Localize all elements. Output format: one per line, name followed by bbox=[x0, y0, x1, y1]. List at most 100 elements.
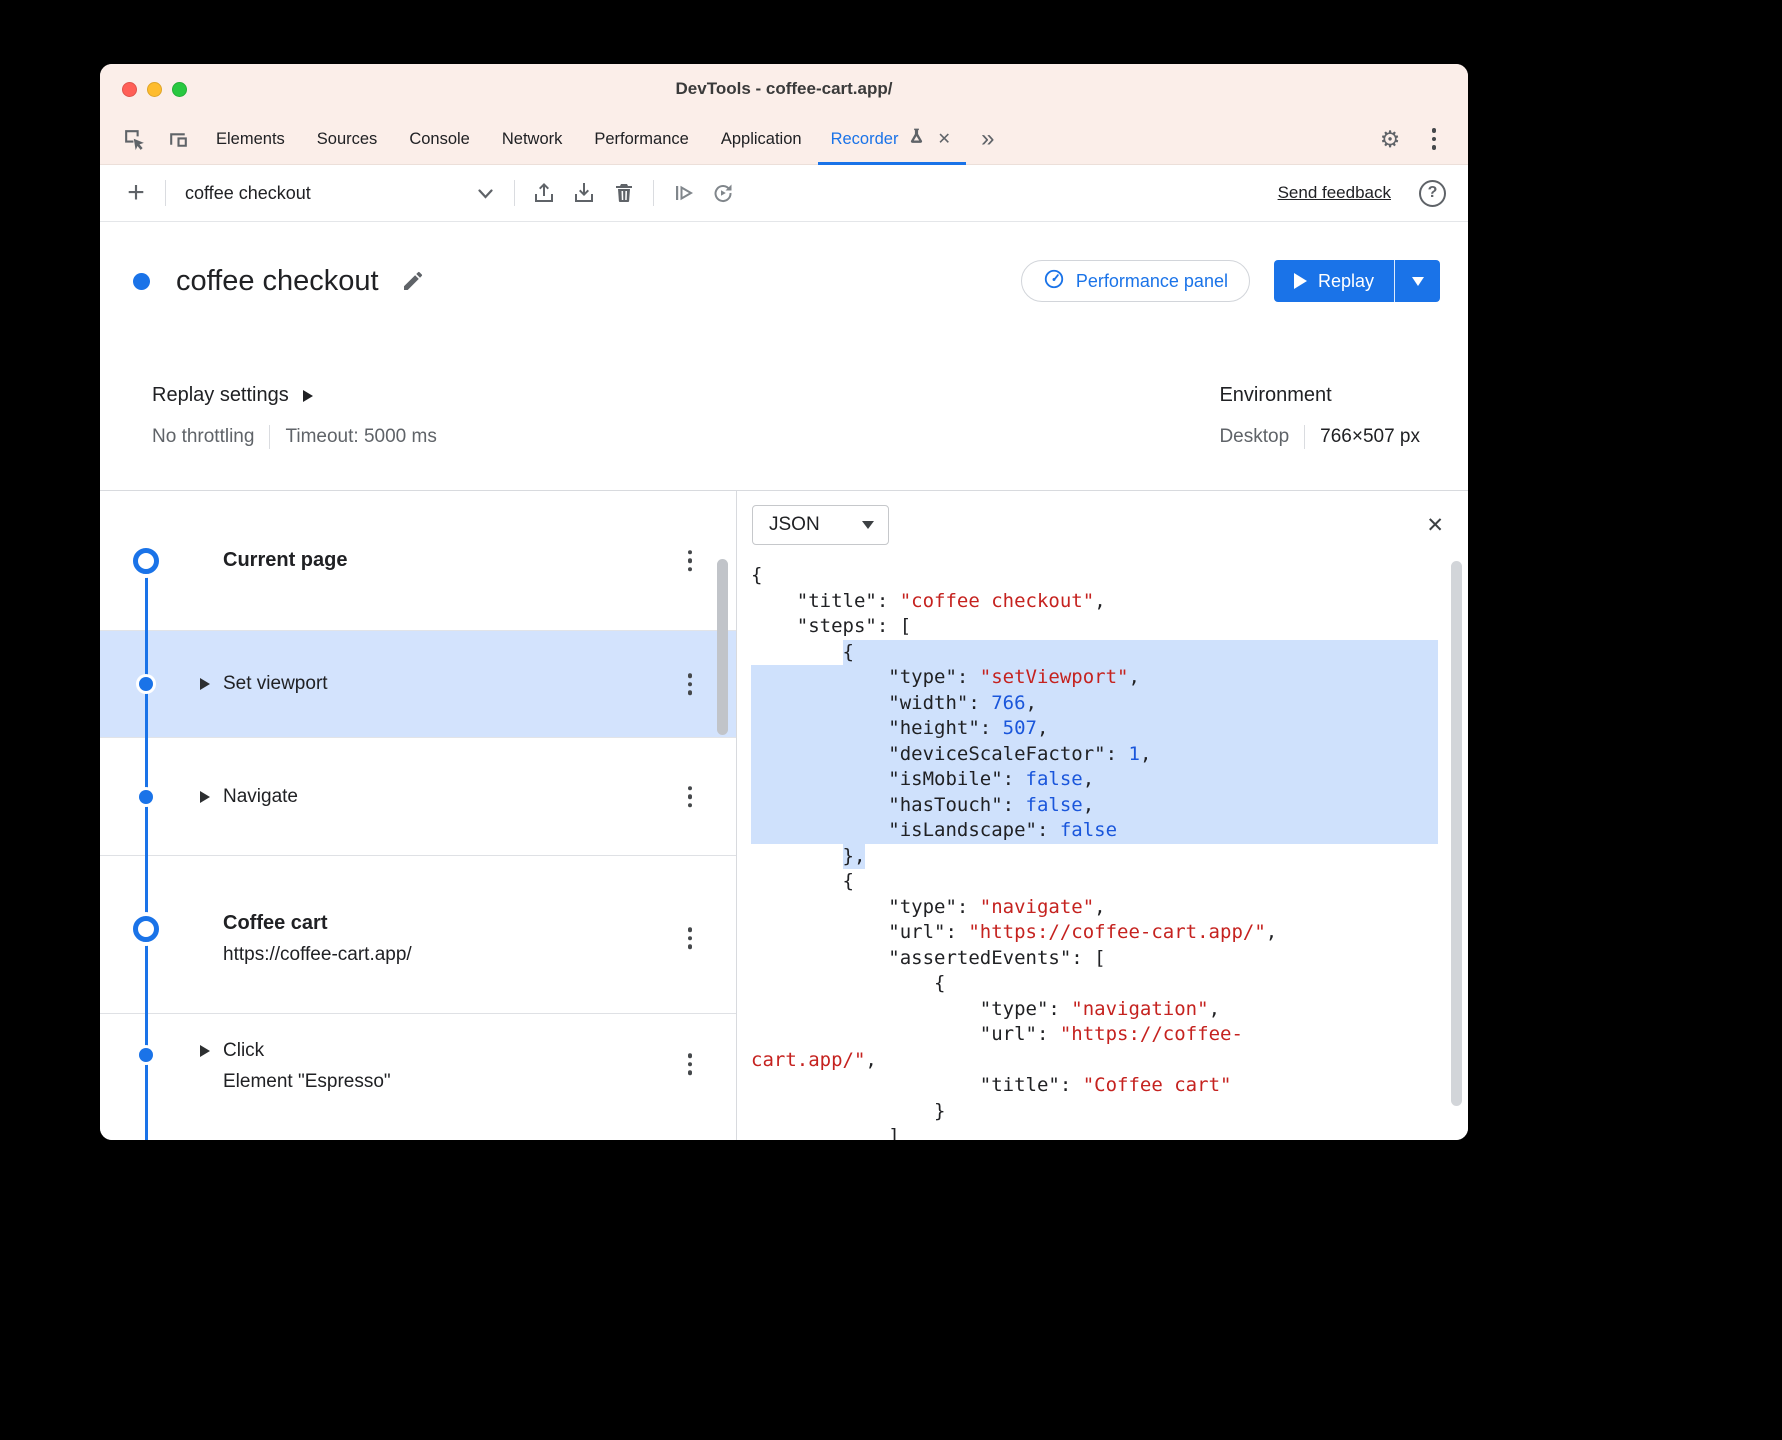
step-row-current-page[interactable]: Current page bbox=[100, 491, 736, 631]
close-panel-icon[interactable]: ✕ bbox=[1426, 513, 1444, 538]
step-marker-icon bbox=[139, 677, 153, 691]
step-row-click[interactable]: Click Element "Espresso" bbox=[100, 1014, 736, 1140]
tab-sources[interactable]: Sources bbox=[301, 114, 394, 164]
replay-settings-box: Replay settings No throttling Timeout: 5… bbox=[152, 384, 437, 490]
tab-elements[interactable]: Elements bbox=[200, 114, 301, 164]
json-panel: JSON ✕ { "title": "coffee checkout", "st… bbox=[737, 491, 1468, 1140]
step-label: Click bbox=[223, 1040, 264, 1062]
performance-icon bbox=[1043, 268, 1065, 295]
step-row-navigate[interactable]: Navigate bbox=[100, 738, 736, 856]
send-feedback-link[interactable]: Send feedback bbox=[1278, 183, 1391, 203]
maximize-window-button[interactable] bbox=[172, 82, 187, 97]
format-select[interactable]: JSON bbox=[752, 505, 889, 545]
step-menu-icon[interactable] bbox=[688, 927, 693, 949]
play-icon bbox=[1294, 273, 1307, 289]
replay-split-button: Replay bbox=[1274, 260, 1440, 302]
traffic-lights bbox=[122, 64, 187, 114]
json-code[interactable]: { "title": "coffee checkout", "steps": [… bbox=[737, 559, 1468, 1140]
page-marker-icon bbox=[133, 916, 159, 942]
throttling-value: No throttling bbox=[152, 426, 254, 448]
replay-label: Replay bbox=[1318, 271, 1374, 292]
replay-step-icon[interactable] bbox=[663, 173, 703, 213]
device-value: Desktop bbox=[1219, 426, 1289, 448]
experiment-icon bbox=[907, 126, 926, 152]
tab-network[interactable]: Network bbox=[486, 114, 579, 164]
step-menu-icon[interactable] bbox=[688, 550, 693, 572]
viewport-size-value: 766×507 px bbox=[1320, 426, 1420, 448]
import-recording-icon[interactable] bbox=[564, 173, 604, 213]
timeout-value: Timeout: 5000 ms bbox=[285, 426, 436, 448]
tab-recorder-label: Recorder bbox=[831, 130, 899, 149]
minimize-window-button[interactable] bbox=[147, 82, 162, 97]
expand-step-icon[interactable] bbox=[200, 1045, 210, 1057]
format-select-value: JSON bbox=[769, 514, 820, 536]
section-gap bbox=[100, 856, 736, 880]
step-title: Coffee cart bbox=[223, 912, 412, 935]
code-scrollbar[interactable] bbox=[1451, 561, 1462, 1106]
performance-panel-button[interactable]: Performance panel bbox=[1021, 260, 1250, 302]
step-subtitle: Element "Espresso" bbox=[223, 1071, 391, 1093]
step-menu-icon[interactable] bbox=[688, 786, 693, 808]
recorder-content: Current page Set viewport Navigate bbox=[100, 490, 1468, 1140]
close-recorder-tab-icon[interactable]: ✕ bbox=[935, 129, 952, 149]
replay-settings-toggle[interactable]: Replay settings bbox=[152, 384, 437, 407]
steps-scrollbar[interactable] bbox=[717, 559, 728, 735]
window-title: DevTools - coffee-cart.app/ bbox=[676, 79, 893, 99]
caret-down-icon bbox=[1412, 277, 1424, 286]
toolbar-separator bbox=[165, 180, 166, 206]
recorder-toolbar: + coffee checkout bbox=[100, 165, 1468, 222]
step-label: Navigate bbox=[223, 786, 298, 808]
devtools-tabbar: Elements Sources Console Network Perform… bbox=[100, 114, 1468, 165]
step-subtitle: https://coffee-cart.app/ bbox=[223, 944, 412, 966]
add-recording-icon[interactable]: + bbox=[116, 173, 156, 213]
recording-header: coffee checkout Performance panel bbox=[100, 222, 1468, 340]
window-titlebar: DevTools - coffee-cart.app/ bbox=[100, 64, 1468, 114]
devtools-window: DevTools - coffee-cart.app/ Elements Sou… bbox=[100, 64, 1468, 1140]
steps-panel: Current page Set viewport Navigate bbox=[100, 491, 737, 1140]
tab-performance[interactable]: Performance bbox=[578, 114, 704, 164]
performance-panel-label: Performance panel bbox=[1076, 271, 1228, 292]
toolbar-separator bbox=[514, 180, 515, 206]
expand-settings-icon bbox=[303, 390, 313, 402]
settings-gear-icon[interactable]: ⚙ bbox=[1368, 114, 1412, 164]
page-marker-icon bbox=[133, 548, 159, 574]
export-recording-icon[interactable] bbox=[524, 173, 564, 213]
replay-button[interactable]: Replay bbox=[1274, 260, 1394, 302]
recording-dot-icon bbox=[133, 273, 150, 290]
tab-console[interactable]: Console bbox=[393, 114, 486, 164]
recording-title: coffee checkout bbox=[176, 265, 379, 298]
expand-step-icon[interactable] bbox=[200, 678, 210, 690]
step-marker-icon bbox=[139, 790, 153, 804]
step-label: Set viewport bbox=[223, 673, 328, 695]
step-menu-icon[interactable] bbox=[688, 1053, 693, 1075]
delete-recording-icon[interactable] bbox=[604, 173, 644, 213]
tab-application[interactable]: Application bbox=[705, 114, 818, 164]
edit-title-icon[interactable] bbox=[401, 269, 425, 293]
environment-label: Environment bbox=[1219, 384, 1420, 407]
expand-step-icon[interactable] bbox=[200, 791, 210, 803]
inspect-element-icon[interactable] bbox=[112, 114, 156, 164]
settings-strip: Replay settings No throttling Timeout: 5… bbox=[100, 340, 1468, 490]
caret-down-icon bbox=[862, 521, 874, 529]
step-row-coffee-cart[interactable]: Coffee cart https://coffee-cart.app/ bbox=[100, 880, 736, 1014]
recording-select-value: coffee checkout bbox=[185, 183, 311, 204]
replay-settings-label: Replay settings bbox=[152, 384, 289, 407]
recording-select[interactable]: coffee checkout bbox=[175, 173, 505, 213]
more-tabs-icon[interactable]: » bbox=[966, 114, 1010, 164]
value-separator bbox=[1304, 425, 1305, 449]
replay-options-button[interactable] bbox=[1394, 260, 1440, 302]
step-row-set-viewport[interactable]: Set viewport bbox=[100, 631, 736, 738]
step-marker-icon bbox=[139, 1048, 153, 1062]
step-menu-icon[interactable] bbox=[688, 673, 693, 695]
step-title: Current page bbox=[223, 549, 347, 572]
device-toolbar-icon[interactable] bbox=[156, 114, 200, 164]
close-window-button[interactable] bbox=[122, 82, 137, 97]
devtools-menu-icon[interactable] bbox=[1412, 114, 1456, 164]
toolbar-separator bbox=[653, 180, 654, 206]
chevron-down-icon bbox=[478, 183, 493, 204]
help-icon[interactable]: ? bbox=[1419, 180, 1446, 207]
rerun-recording-icon[interactable] bbox=[703, 173, 743, 213]
value-separator bbox=[269, 425, 270, 449]
environment-box: Environment Desktop 766×507 px bbox=[1219, 384, 1440, 490]
tab-recorder[interactable]: Recorder ✕ bbox=[818, 114, 966, 164]
